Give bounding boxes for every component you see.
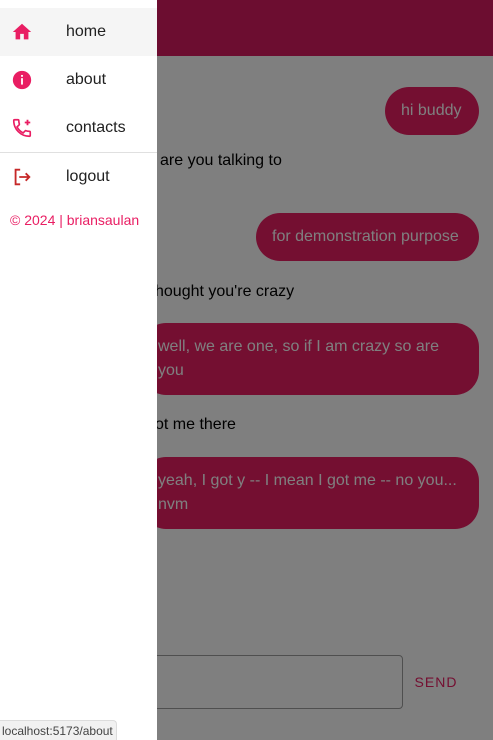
nav-item-contacts[interactable]: contacts	[0, 104, 157, 152]
logout-icon	[10, 165, 34, 189]
nav-item-home[interactable]: home	[0, 8, 157, 56]
drawer-top-strip	[0, 0, 157, 8]
phone-add-icon	[10, 116, 34, 140]
copyright-text: © 2024 | briansaulan	[10, 212, 140, 228]
info-icon	[10, 68, 34, 92]
home-icon	[10, 20, 34, 44]
nav-item-label: about	[66, 71, 107, 88]
nav-item-label: contacts	[66, 119, 126, 136]
nav-item-about[interactable]: about	[0, 56, 157, 104]
nav-drawer: home about contacts logout © 2024 | bria…	[0, 0, 157, 740]
browser-status-url: localhost:5173/about	[0, 720, 117, 740]
nav-item-label: home	[66, 23, 107, 40]
nav-item-label: logout	[66, 168, 110, 185]
nav-item-logout[interactable]: logout	[0, 153, 157, 201]
